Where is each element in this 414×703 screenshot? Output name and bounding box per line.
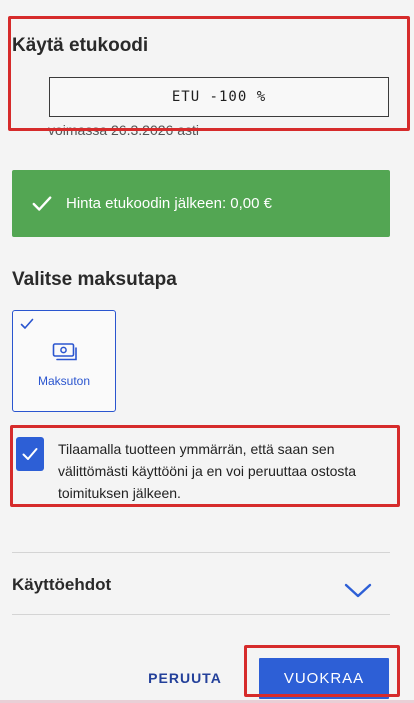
payment-option-maksuton[interactable]: Maksuton: [12, 310, 116, 412]
discount-success-text: Hinta etukoodin jälkeen: 0,00 €: [66, 195, 272, 212]
chevron-down-icon[interactable]: [344, 583, 372, 599]
selected-check-icon: [20, 318, 34, 329]
cash-icon: [52, 343, 77, 361]
terms-accordion[interactable]: Käyttöehdot: [12, 553, 390, 613]
cancel-button[interactable]: PERUUTA: [142, 660, 228, 696]
discount-section-title: Käytä etukoodi: [12, 35, 149, 56]
checkbox-check-icon: [22, 448, 38, 460]
consent-text: Tilaamalla tuotteen ymmärrän, että saan …: [58, 441, 357, 501]
checkout-page: Käytä etukoodi ETU -100 % voimassa 26.3.…: [0, 0, 414, 703]
consent-checkbox[interactable]: [16, 437, 44, 471]
divider-bottom: [12, 614, 390, 615]
payment-section-title: Valitse maksutapa: [12, 269, 177, 290]
payment-option-label: Maksuton: [37, 374, 91, 388]
checkmark-icon: [32, 195, 52, 211]
discount-success-banner: Hinta etukoodin jälkeen: 0,00 €: [12, 170, 390, 237]
rent-button[interactable]: VUOKRAA: [259, 658, 389, 699]
discount-validity-text: voimassa 26.3.2026 asti: [48, 122, 199, 138]
discount-code-field[interactable]: ETU -100 %: [49, 77, 389, 117]
terms-title: Käyttöehdot: [12, 575, 112, 594]
